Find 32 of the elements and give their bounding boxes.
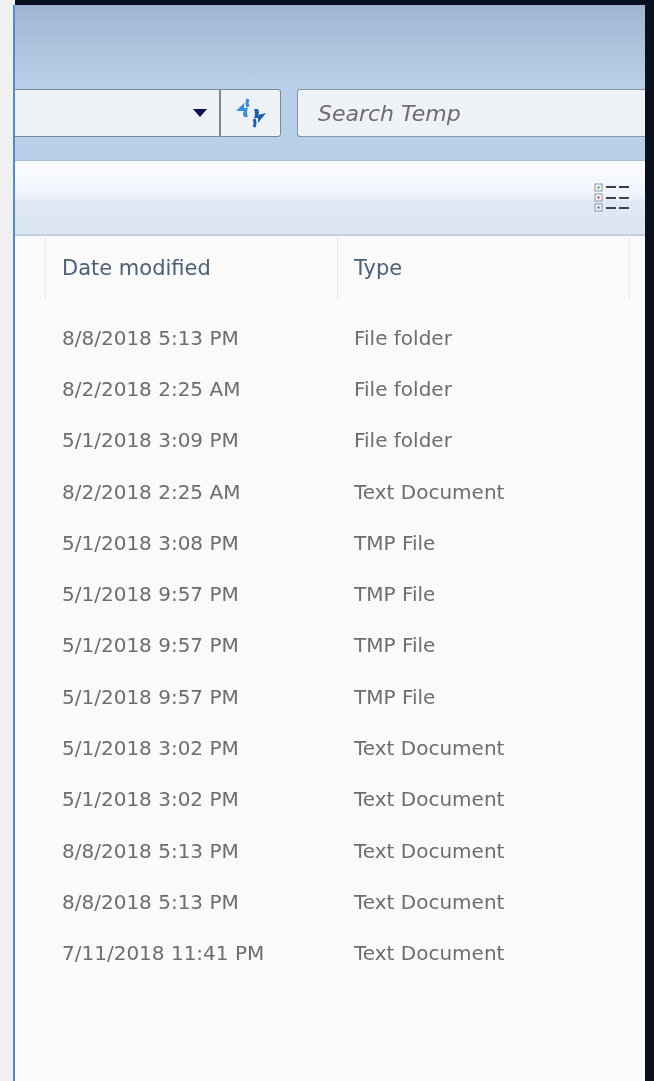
table-cell-text: 5/1/2018 9:57 PM <box>61 633 240 658</box>
refresh-button[interactable] <box>220 89 281 137</box>
table-cell-text: 5/1/2018 3:02 PM <box>61 787 240 812</box>
table-cell: Text Document <box>354 838 505 863</box>
table-cell: File folder <box>354 325 452 350</box>
details-view-icon[interactable] <box>594 182 630 213</box>
table-cell-text: 5/1/2018 3:02 PM <box>61 736 240 760</box>
table-cell-text: 5/1/2018 9:57 PM <box>61 582 240 607</box>
table-cell-text: 8/8/2018 5:13 PM <box>61 889 240 914</box>
table-cell-text: 5/1/2018 3:09 PM <box>61 428 240 453</box>
table-cell: File folder <box>354 376 452 401</box>
table-cell: Text Document <box>354 479 505 504</box>
table-cell: TMP File <box>354 530 436 555</box>
column-header[interactable]: Type <box>338 236 630 300</box>
table-cell: TMP File <box>354 684 436 709</box>
table-cell: Text Document <box>354 889 505 914</box>
table-cell: Text Document <box>354 787 505 812</box>
table-cell-text: 8/2/2018 2:25 AM <box>61 479 242 504</box>
table-cell: File folder <box>354 428 452 453</box>
table-cell: TMP File <box>354 582 436 607</box>
table-cell: TMP File <box>354 633 436 658</box>
search-field[interactable]: Search Temp <box>297 89 645 137</box>
table-cell: Text Document <box>354 736 505 760</box>
table-cell: Text Document <box>354 941 505 966</box>
table-cell-text: 7/11/2018 11:41 PM <box>61 941 266 966</box>
column-header[interactable]: Date modified <box>46 236 338 300</box>
table-cell-text: 8/2/2018 2:25 AM <box>61 376 242 401</box>
table-cell-text: 8/8/2018 5:13 PM <box>61 325 240 350</box>
table-cell-text: 5/1/2018 9:57 PM <box>61 684 240 709</box>
table-cell-text: 8/8/2018 5:13 PM <box>61 838 240 863</box>
dropdown-caret-icon[interactable] <box>193 109 207 117</box>
table-cell-text: 5/1/2018 3:08 PM <box>61 530 240 555</box>
